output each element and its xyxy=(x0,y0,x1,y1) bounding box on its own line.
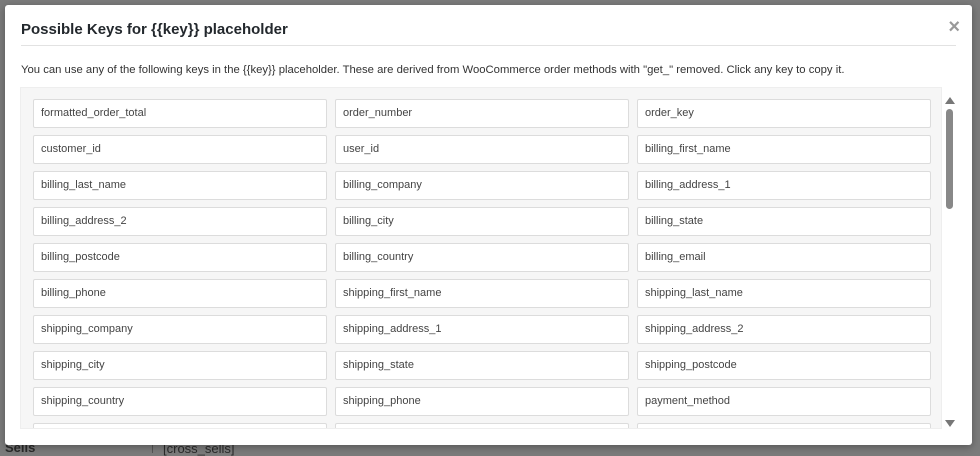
modal-description: You can use any of the following keys in… xyxy=(21,64,845,76)
key-item[interactable]: shipping_last_name xyxy=(637,279,931,308)
modal-title: Possible Keys for {{key}} placeholder xyxy=(21,21,288,38)
key-item[interactable]: billing_last_name xyxy=(33,171,327,200)
scrollbar[interactable] xyxy=(943,92,957,429)
scroll-thumb[interactable] xyxy=(946,109,953,209)
key-item[interactable]: shipping_address_2 xyxy=(637,315,931,344)
key-item[interactable]: billing_company xyxy=(335,171,629,200)
key-item[interactable]: user_id xyxy=(335,135,629,164)
key-item[interactable]: billing_phone xyxy=(33,279,327,308)
key-item[interactable]: shipping_company xyxy=(33,315,327,344)
key-item[interactable]: shipping_state xyxy=(335,351,629,380)
key-item[interactable]: formatted_order_total xyxy=(33,99,327,128)
scroll-down-icon[interactable] xyxy=(945,420,955,427)
key-item[interactable]: shipping_first_name xyxy=(335,279,629,308)
key-item[interactable]: shipping_address_1 xyxy=(335,315,629,344)
key-item[interactable]: customer_id xyxy=(33,135,327,164)
key-item[interactable] xyxy=(33,423,327,428)
key-item[interactable]: shipping_country xyxy=(33,387,327,416)
key-item[interactable]: billing_address_1 xyxy=(637,171,931,200)
key-item[interactable]: order_number xyxy=(335,99,629,128)
key-item[interactable]: billing_city xyxy=(335,207,629,236)
keys-list: formatted_order_total order_number order_k… xyxy=(20,87,942,429)
key-item[interactable]: billing_country xyxy=(335,243,629,272)
key-item[interactable]: shipping_city xyxy=(33,351,327,380)
key-item[interactable] xyxy=(335,423,629,428)
divider xyxy=(21,45,956,46)
scroll-up-icon[interactable] xyxy=(945,97,955,104)
key-item[interactable]: billing_address_2 xyxy=(33,207,327,236)
key-item[interactable]: billing_postcode xyxy=(33,243,327,272)
key-item[interactable]: order_key xyxy=(637,99,931,128)
key-item[interactable]: shipping_phone xyxy=(335,387,629,416)
key-item[interactable]: billing_state xyxy=(637,207,931,236)
keys-modal: Possible Keys for {{key}} placeholder × … xyxy=(5,5,972,445)
key-item[interactable]: billing_email xyxy=(637,243,931,272)
key-item[interactable]: billing_first_name xyxy=(637,135,931,164)
key-item[interactable]: payment_method xyxy=(637,387,931,416)
key-item[interactable] xyxy=(637,423,931,428)
close-icon[interactable]: × xyxy=(948,17,960,37)
key-item[interactable]: shipping_postcode xyxy=(637,351,931,380)
